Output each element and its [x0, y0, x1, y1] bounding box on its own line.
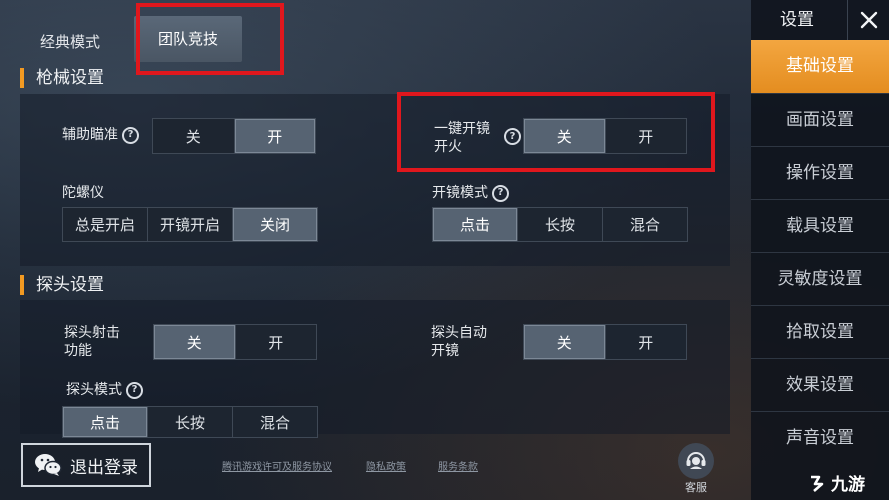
- aim-assist-label: 辅助瞄准?: [62, 126, 139, 144]
- aim-assist-off[interactable]: 关: [153, 119, 235, 153]
- customer-service-icon: [686, 452, 706, 469]
- help-icon[interactable]: ?: [492, 184, 509, 202]
- logout-label: 退出登录: [70, 457, 138, 478]
- peek-auto-scope-off[interactable]: 关: [524, 325, 606, 359]
- gyro-off[interactable]: 关闭: [233, 208, 317, 241]
- peek-auto-scope-on[interactable]: 开: [606, 325, 687, 359]
- peek-fire-on[interactable]: 开: [236, 325, 317, 359]
- one-key-scope-fire-on[interactable]: 开: [606, 119, 687, 153]
- sidebar-item-vehicle[interactable]: 载具设置: [751, 199, 889, 252]
- close-button[interactable]: [847, 0, 889, 40]
- peek-mode-hold[interactable]: 长按: [148, 407, 233, 437]
- sidebar-item-pickup[interactable]: 拾取设置: [751, 305, 889, 358]
- peek-auto-scope-toggle: 关 开: [523, 324, 687, 360]
- sidebar-item-sensitivity[interactable]: 灵敏度设置: [751, 252, 889, 305]
- mode-tabs: 经典模式 团队竞技: [20, 12, 243, 62]
- sidebar-item-sound[interactable]: 声音设置: [751, 411, 889, 464]
- section-title-firearms: 枪械设置: [20, 68, 104, 88]
- close-icon: [860, 11, 877, 29]
- gyro-always-on[interactable]: 总是开启: [63, 208, 148, 241]
- gyro-scope-on[interactable]: 开镜开启: [148, 208, 233, 241]
- sidebar-item-effects[interactable]: 效果设置: [751, 358, 889, 411]
- peek-mode-selector: 点击 长按 混合: [62, 406, 318, 438]
- peek-fire-label: 探头射击 功能: [64, 325, 120, 359]
- aim-assist-on[interactable]: 开: [234, 119, 315, 153]
- sidebar-item-basic[interactable]: 基础设置: [751, 40, 889, 93]
- one-key-scope-fire-toggle: 关 开: [523, 118, 687, 154]
- scope-mode-hold[interactable]: 长按: [518, 208, 603, 241]
- one-key-scope-fire-label: 一键开镜 开火: [434, 121, 490, 155]
- logout-button[interactable]: 退出登录: [21, 443, 151, 487]
- peek-auto-scope-label: 探头自动 开镜: [431, 325, 487, 359]
- logo-icon: [811, 475, 824, 492]
- scope-mode-selector: 点击 长按 混合: [432, 207, 688, 242]
- peek-fire-toggle: 关 开: [153, 324, 317, 360]
- help-icon[interactable]: ?: [122, 126, 139, 144]
- tab-classic[interactable]: 经典模式: [20, 22, 120, 62]
- tab-team-deathmatch[interactable]: 团队竞技: [134, 16, 243, 62]
- terms-link[interactable]: 服务条款: [438, 458, 478, 473]
- sidebar-item-controls[interactable]: 操作设置: [751, 146, 889, 199]
- help-icon[interactable]: ?: [126, 381, 143, 399]
- scope-mode-mixed[interactable]: 混合: [603, 208, 687, 241]
- section-title-peek: 探头设置: [20, 275, 104, 295]
- one-key-scope-fire-off[interactable]: 关: [524, 119, 606, 153]
- sidebar-title: 设置: [780, 10, 814, 30]
- scope-mode-label: 开镜模式?: [432, 184, 509, 202]
- gyro-label: 陀螺仪: [62, 185, 104, 201]
- peek-mode-mixed[interactable]: 混合: [233, 407, 317, 437]
- scope-mode-tap[interactable]: 点击: [433, 208, 518, 241]
- peek-mode-tap[interactable]: 点击: [63, 407, 148, 437]
- peek-mode-label: 探头模式?: [66, 381, 143, 399]
- sidebar-item-graphics[interactable]: 画面设置: [751, 93, 889, 146]
- customer-service-label: 客服: [685, 481, 707, 494]
- gyro-selector: 总是开启 开镜开启 关闭: [62, 207, 318, 242]
- customer-service-button[interactable]: 客服: [672, 443, 720, 495]
- watermark: 九游: [808, 470, 865, 495]
- aim-assist-toggle: 关 开: [152, 118, 316, 154]
- peek-fire-off[interactable]: 关: [154, 325, 236, 359]
- license-link[interactable]: 腾讯游戏许可及服务协议: [222, 458, 332, 473]
- privacy-link[interactable]: 隐私政策: [366, 458, 406, 473]
- help-icon[interactable]: ?: [504, 128, 521, 145]
- wechat-icon: [35, 454, 62, 476]
